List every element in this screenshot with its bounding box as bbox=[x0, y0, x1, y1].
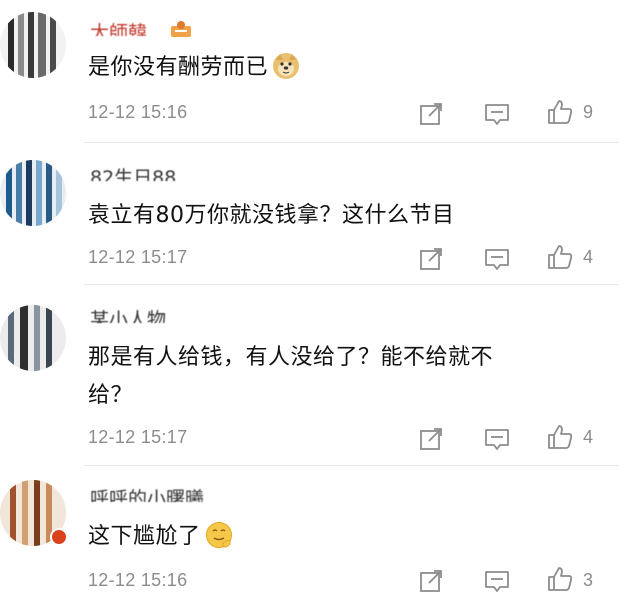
share-icon[interactable] bbox=[418, 426, 444, 452]
username[interactable]: 某小人物 bbox=[90, 309, 166, 323]
thumbs-up-icon[interactable] bbox=[547, 566, 573, 592]
comment-icon[interactable] bbox=[484, 426, 510, 452]
comment-text: 那是有人给钱，有人没给了？能不给就不 给？ bbox=[88, 339, 588, 415]
comment-item: 某小人物 那是有人给钱，有人没给了？能不给就不 给？ 12-12 15:17 4 bbox=[0, 285, 639, 465]
username[interactable]: 呼呼的小曙曦 bbox=[90, 488, 204, 502]
thumbs-up-icon[interactable] bbox=[547, 99, 573, 125]
verified-badge-icon bbox=[50, 528, 68, 546]
comment-icon[interactable] bbox=[484, 101, 510, 127]
comment-item: 82生日88 袁立有80万你就没钱拿？这什么节目 12-12 15:17 4 bbox=[0, 143, 639, 284]
awkward-smile-emoji-icon bbox=[205, 522, 232, 548]
comment-icon[interactable] bbox=[484, 246, 510, 272]
thumbs-up-icon[interactable] bbox=[547, 424, 573, 450]
timestamp: 12-12 15:16 bbox=[88, 102, 188, 122]
avatar[interactable] bbox=[0, 160, 66, 226]
timestamp: 12-12 15:17 bbox=[88, 427, 188, 447]
comment-item: 呼呼的小曙曦 这下尴尬了 12-12 15:16 3 bbox=[0, 466, 639, 606]
comment-list: 大師韓 是你没有酬劳而已 12-12 15:16 9 82生日88 袁立有80万… bbox=[0, 0, 639, 606]
comment-icon[interactable] bbox=[484, 568, 510, 594]
like-count: 3 bbox=[583, 570, 594, 590]
avatar[interactable] bbox=[0, 305, 66, 371]
avatar[interactable] bbox=[0, 12, 66, 78]
comment-text: 这下尴尬了 bbox=[88, 518, 588, 556]
comment-item: 大師韓 是你没有酬劳而已 12-12 15:16 9 bbox=[0, 0, 639, 142]
doge-emoji-icon bbox=[273, 53, 300, 79]
username[interactable]: 大師韓 bbox=[90, 22, 147, 36]
comment-text: 袁立有80万你就没钱拿？这什么节目 bbox=[88, 203, 455, 228]
comment-text-line: 给？ bbox=[88, 383, 134, 408]
comment-text: 是你没有酬劳而已 bbox=[88, 49, 588, 87]
comment-text-content: 这下尴尬了 bbox=[88, 524, 201, 549]
username[interactable]: 82生日88 bbox=[90, 167, 176, 181]
like-count: 4 bbox=[583, 247, 594, 267]
user-level-icon bbox=[171, 21, 191, 37]
like-count: 4 bbox=[583, 427, 594, 447]
thumbs-up-icon[interactable] bbox=[547, 244, 573, 270]
share-icon[interactable] bbox=[418, 246, 444, 272]
comment-text-content: 是你没有酬劳而已 bbox=[88, 55, 269, 80]
comment-text-line: 那是有人给钱，有人没给了？能不给就不 bbox=[88, 345, 494, 370]
share-icon[interactable] bbox=[418, 101, 444, 127]
timestamp: 12-12 15:16 bbox=[88, 570, 188, 590]
share-icon[interactable] bbox=[418, 568, 444, 594]
timestamp: 12-12 15:17 bbox=[88, 247, 188, 267]
like-count: 9 bbox=[583, 102, 594, 122]
